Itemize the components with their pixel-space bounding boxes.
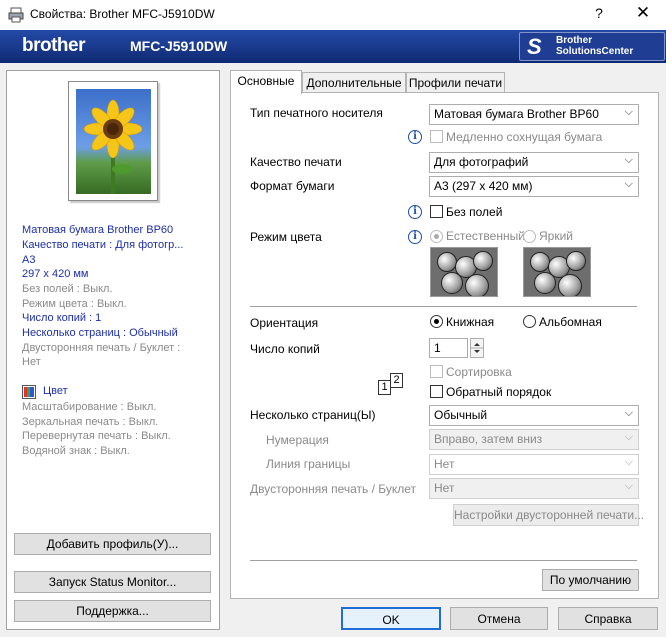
multipage-label: Несколько страниц(Ы)	[250, 408, 376, 422]
status-monitor-button[interactable]: Запуск Status Monitor...	[14, 571, 211, 593]
summary-color: Цвет	[43, 385, 68, 397]
color-natural-preview	[430, 247, 498, 297]
page-order-value: Вправо, затем вниз	[434, 432, 543, 446]
info-icon[interactable]: i	[408, 230, 422, 244]
summary-size: A3	[22, 254, 36, 266]
chevron-down-icon: ⌵	[624, 178, 633, 190]
page-order-label: Нумерация	[266, 433, 329, 447]
section-divider	[250, 560, 637, 561]
summary-multipage: Несколько страниц : Обычный	[22, 327, 178, 339]
paper-size-select[interactable]: A3 (297 x 420 мм) ⌵	[429, 176, 639, 197]
chevron-down-icon: ⌵	[624, 106, 633, 118]
chevron-down-icon: ⌵	[624, 154, 633, 166]
reverse-order-label: Обратный порядок	[446, 385, 552, 399]
duplex-label: Двусторонняя печать / Буклет	[250, 482, 417, 496]
printer-icon	[8, 7, 24, 23]
default-button[interactable]: По умолчанию	[542, 569, 639, 591]
help-button[interactable]: Справка	[558, 607, 658, 630]
paper-size-value: A3 (297 x 420 мм)	[434, 179, 533, 193]
ok-button[interactable]: OK	[341, 607, 441, 630]
copies-input[interactable]: 1	[429, 338, 468, 358]
tab-basic[interactable]: Основные	[230, 70, 302, 94]
slow-drying-checkbox[interactable]	[430, 130, 443, 143]
summary-media: Матовая бумага Brother BP60	[22, 224, 174, 236]
model-name: MFC-J5910DW	[130, 38, 228, 54]
chevron-down-icon: ⌵	[624, 431, 633, 443]
media-type-label: Тип печатного носителя	[250, 106, 383, 120]
color-vivid-preview	[523, 247, 591, 297]
border-line-label: Линия границы	[266, 457, 351, 471]
portrait-radio[interactable]	[430, 315, 443, 328]
copies-stepper[interactable]	[470, 338, 484, 358]
summary-mirror: Зеркальная печать : Выкл.	[22, 416, 159, 428]
reverse-order-checkbox[interactable]	[430, 385, 443, 398]
brother-banner: brother MFC-J5910DW S Brother SolutionsC…	[0, 30, 666, 63]
summary-duplex: Двусторонняя печать / Буклет :	[22, 342, 181, 354]
chevron-down-icon: ⌵	[624, 407, 633, 419]
print-quality-label: Качество печати	[250, 155, 342, 169]
slow-drying-label: Медленно сохнущая бумага	[446, 130, 603, 144]
collate-checkbox[interactable]	[430, 365, 443, 378]
duplex-settings-button[interactable]: Настройки двусторонней печати...	[453, 504, 644, 526]
border-line-value: Нет	[434, 457, 455, 471]
summary-duplex-value: Нет	[22, 356, 41, 368]
multipage-value: Обычный	[434, 408, 488, 422]
page-order-icon-page-2: 2	[390, 373, 403, 388]
window-title: Свойства: Brother MFC-J5910DW	[30, 7, 215, 21]
color-natural-radio[interactable]	[430, 230, 443, 243]
landscape-label: Альбомная	[539, 315, 602, 329]
sunflower-preview-image	[76, 89, 151, 194]
color-icon	[22, 385, 36, 399]
duplex-select[interactable]: Нет ⌵	[429, 478, 639, 499]
copies-label: Число копий	[250, 342, 320, 356]
summary-quality: Качество печати : Для фотогр...	[22, 239, 184, 251]
borderless-label: Без полей	[446, 205, 503, 219]
summary-color-mode: Режим цвета : Выкл.	[22, 298, 127, 310]
summary-reverse: Перевернутая печать : Выкл.	[22, 430, 171, 442]
info-icon[interactable]: i	[408, 130, 422, 144]
add-profile-button[interactable]: Добавить профиль(У)...	[14, 533, 211, 555]
color-vivid-radio[interactable]	[523, 230, 536, 243]
tab-print-profiles[interactable]: Профили печати	[406, 72, 505, 92]
duplex-value: Нет	[434, 481, 455, 495]
chevron-down-icon: ⌵	[624, 456, 633, 468]
tab-advanced[interactable]: Дополнительные	[302, 72, 406, 92]
orientation-label: Ориентация	[250, 316, 319, 330]
summary-copies: Число копий : 1	[22, 312, 102, 324]
color-natural-label: Естественный	[446, 229, 525, 243]
borderless-checkbox[interactable]	[430, 205, 443, 218]
print-quality-select[interactable]: Для фотографий ⌵	[429, 152, 639, 173]
landscape-radio[interactable]	[523, 315, 536, 328]
support-button[interactable]: Поддержка...	[14, 600, 211, 622]
media-type-value: Матовая бумага Brother BP60	[434, 107, 599, 121]
paper-size-label: Формат бумаги	[250, 179, 335, 193]
summary-borderless: Без полей : Выкл.	[22, 283, 113, 295]
cancel-button[interactable]: Отмена	[450, 607, 548, 630]
page-order-icon: 1 2	[378, 373, 406, 397]
page-order-select[interactable]: Вправо, затем вниз ⌵	[429, 429, 639, 450]
solutions-center-icon: S	[527, 34, 542, 59]
title-bar: Свойства: Brother MFC-J5910DW ? ✕	[0, 0, 666, 30]
border-line-select[interactable]: Нет ⌵	[429, 454, 639, 475]
summary-scaling: Масштабирование : Выкл.	[22, 401, 157, 413]
section-divider	[250, 306, 637, 307]
close-icon[interactable]: ✕	[633, 3, 653, 23]
help-icon[interactable]: ?	[589, 5, 609, 21]
print-quality-value: Для фотографий	[434, 155, 529, 169]
collate-label: Сортировка	[446, 365, 512, 379]
color-vivid-label: Яркий	[539, 229, 573, 243]
summary-dimensions: 297 x 420 мм	[22, 268, 89, 280]
page-preview	[68, 81, 158, 201]
media-type-select[interactable]: Матовая бумага Brother BP60 ⌵	[429, 104, 639, 125]
solutions-center-label-2: SolutionsCenter	[556, 46, 634, 57]
multipage-select[interactable]: Обычный ⌵	[429, 405, 639, 426]
solutions-center-button[interactable]: S Brother SolutionsCenter	[519, 32, 665, 61]
portrait-label: Книжная	[446, 315, 495, 329]
brother-logo: brother	[22, 35, 86, 56]
color-mode-label: Режим цвета	[250, 230, 322, 244]
info-icon[interactable]: i	[408, 205, 422, 219]
chevron-down-icon: ⌵	[624, 480, 633, 492]
solutions-center-label-1: Brother	[556, 35, 593, 46]
summary-watermark: Водяной знак : Выкл.	[22, 445, 130, 457]
